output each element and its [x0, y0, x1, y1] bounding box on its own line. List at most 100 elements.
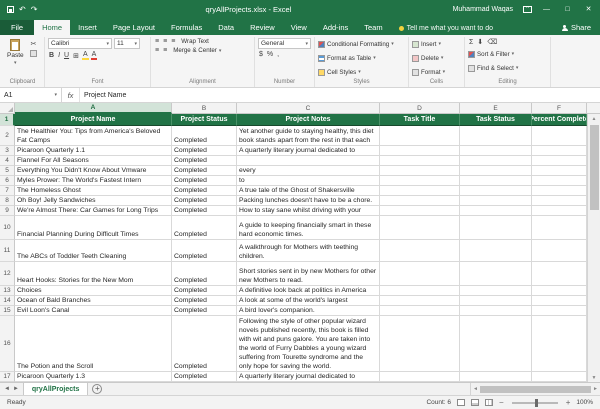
row-header-13[interactable]: 13 [0, 286, 15, 296]
maximize-button[interactable]: □ [558, 0, 577, 18]
cell[interactable] [460, 316, 532, 372]
scroll-right-icon[interactable]: ► [593, 386, 598, 392]
sheet-tab-qryallprojects[interactable]: qryAllProjects [23, 383, 88, 395]
indent-icon[interactable]: ≡ [154, 47, 160, 54]
share-button[interactable]: Share [553, 23, 600, 35]
row-header-10[interactable]: 10 [0, 216, 15, 240]
zoom-in-button[interactable]: + [566, 399, 571, 407]
cell[interactable]: A short story about a college intern, li… [237, 176, 380, 186]
cell[interactable] [532, 372, 587, 382]
column-header-e[interactable]: E [460, 103, 532, 114]
row-header-6[interactable]: 6 [0, 176, 15, 186]
cell[interactable]: The Potion and the Scroll [15, 316, 172, 372]
fx-icon[interactable]: fx [62, 88, 80, 102]
tab-team[interactable]: Team [356, 20, 390, 35]
page-layout-view-icon[interactable] [471, 399, 479, 406]
column-header-b[interactable]: B [172, 103, 237, 114]
zoom-out-button[interactable]: − [499, 399, 504, 407]
tab-insert[interactable]: Insert [70, 20, 105, 35]
row-header-12[interactable]: 12 [0, 262, 15, 286]
cell[interactable]: Short stories sent in by new Mothers for… [237, 262, 380, 286]
vertical-scrollbar[interactable]: ▲ ▼ [587, 114, 600, 382]
formula-input[interactable]: Project Name [80, 88, 600, 102]
cell[interactable] [532, 286, 587, 296]
ribbon-display-options-icon[interactable]: ^ [523, 6, 532, 13]
scroll-down-icon[interactable]: ▼ [592, 373, 597, 382]
scroll-up-icon[interactable]: ▲ [592, 114, 597, 123]
cell[interactable] [532, 306, 587, 316]
cell[interactable]: The Healthier You: Tips from America's B… [15, 126, 172, 146]
italic-button[interactable]: I [57, 52, 61, 59]
cell[interactable]: Completed [172, 262, 237, 286]
copy-icon[interactable] [30, 50, 37, 57]
align-left-icon[interactable]: ≡ [154, 38, 160, 45]
cell[interactable]: Completed [172, 286, 237, 296]
cell[interactable] [460, 286, 532, 296]
paste-button[interactable]: Paste ▾ [4, 38, 27, 67]
tell-me-box[interactable]: Tell me what you want to do [399, 25, 493, 35]
autosum-button[interactable]: Σ [468, 39, 474, 46]
cell[interactable]: A walkthrough for Mothers with teething … [237, 240, 380, 262]
cell[interactable] [460, 146, 532, 156]
row-header-8[interactable]: 8 [0, 196, 15, 206]
add-sheet-button[interactable]: + [92, 384, 102, 394]
cell[interactable]: Yet another guide to staying healthy, th… [237, 126, 380, 146]
cell[interactable]: Everything You Didn't Know About Vmware [15, 166, 172, 176]
conditional-formatting-button[interactable]: Conditional Formatting ▾ [318, 38, 394, 50]
cell[interactable]: Percent Complete [532, 114, 587, 126]
cell[interactable] [460, 296, 532, 306]
percent-button[interactable]: % [266, 51, 274, 58]
select-all-corner[interactable] [0, 103, 15, 114]
cell[interactable]: Task Title [380, 114, 460, 126]
cell[interactable]: Completed [172, 316, 237, 372]
cell[interactable] [532, 240, 587, 262]
cell[interactable] [532, 166, 587, 176]
cell[interactable]: A look at some of the world's largest [237, 296, 380, 306]
cell[interactable]: How to stay sane whilst driving with you… [237, 206, 380, 216]
cell[interactable] [380, 262, 460, 286]
tab-view[interactable]: View [283, 20, 315, 35]
scrollbar-thumb[interactable] [480, 386, 591, 393]
cell[interactable] [460, 126, 532, 146]
cell[interactable] [532, 196, 587, 206]
sort-filter-button[interactable]: Sort & Filter ▾ [468, 48, 518, 60]
zoom-slider[interactable] [512, 402, 558, 404]
cell[interactable]: A definitive look back at politics in Am… [237, 286, 380, 296]
zoom-level[interactable]: 100% [576, 399, 593, 406]
minimize-button[interactable]: — [537, 0, 556, 18]
cut-icon[interactable]: ✂ [30, 40, 38, 48]
cell[interactable] [460, 176, 532, 186]
cell[interactable] [460, 156, 532, 166]
cell[interactable]: Completed [172, 186, 237, 196]
insert-cells-button[interactable]: Insert ▾ [412, 38, 445, 50]
cell[interactable]: Task Status [460, 114, 532, 126]
cell[interactable] [532, 262, 587, 286]
cell[interactable]: Evil Loon's Canal [15, 306, 172, 316]
column-header-f[interactable]: F [532, 103, 587, 114]
tab-review[interactable]: Review [242, 20, 283, 35]
cell[interactable] [380, 316, 460, 372]
cell[interactable]: Completed [172, 206, 237, 216]
cell[interactable] [380, 156, 460, 166]
name-box[interactable]: A1 ▾ [0, 88, 62, 102]
cell-styles-button[interactable]: Cell Styles ▾ [318, 66, 394, 78]
merge-center-button[interactable]: Merge & Center [173, 47, 217, 54]
cell[interactable]: Following the style of other popular wiz… [237, 316, 380, 372]
cell[interactable] [532, 146, 587, 156]
cell[interactable]: The Homeless Ghost [15, 186, 172, 196]
scrollbar-thumb[interactable] [590, 125, 599, 210]
cell[interactable] [380, 126, 460, 146]
row-header-1[interactable]: 1 [0, 114, 15, 126]
cell[interactable]: Upon Becoming Crooked: The Impossible Ch… [15, 286, 172, 296]
cell[interactable]: The ABCs of Toddler Teeth Cleaning [15, 240, 172, 262]
cell[interactable] [532, 206, 587, 216]
fill-button[interactable]: ⬇ [476, 38, 484, 46]
cell[interactable]: Completed [172, 296, 237, 306]
cell[interactable]: Project Notes [237, 114, 380, 126]
cell[interactable] [460, 166, 532, 176]
cell[interactable]: A guide to keeping financially smart in … [237, 216, 380, 240]
sheet-nav-right-icon[interactable]: ► [13, 386, 19, 392]
cell[interactable] [532, 176, 587, 186]
cell[interactable]: Completed [172, 240, 237, 262]
cell[interactable]: Heart Hooks: Stories for the New Mom [15, 262, 172, 286]
